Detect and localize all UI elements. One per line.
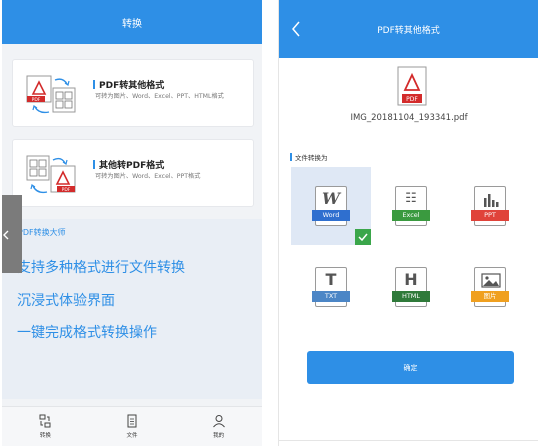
svg-text:PDF: PDF: [32, 97, 41, 103]
screenshot-root: 转换 PDF PDF转其他格式 可转为图片、Word、Excel、PPT、HTM…: [0, 0, 538, 446]
section-label-text: 文件转换为: [295, 154, 328, 162]
convert-topbar: PDF转其他格式: [279, 0, 538, 58]
format-option-excel[interactable]: ☷ Excel: [371, 167, 451, 245]
grid-to-pdf-icon: PDF: [26, 155, 76, 194]
other-to-pdf-subtitle: 可转为图片、Word、Excel、PPT格式: [95, 173, 201, 180]
format-tag: PPT: [471, 210, 509, 221]
nav-item-files[interactable]: 文件: [89, 407, 176, 446]
nav-label-files: 文件: [126, 433, 138, 439]
nav-label-mine: 我的: [213, 433, 225, 439]
svg-text:PDF: PDF: [62, 187, 71, 193]
nav-item-convert[interactable]: 转换: [2, 407, 89, 446]
format-tag: 图片: [471, 291, 509, 302]
image-doc-icon: 图片: [471, 267, 509, 307]
excel-glyph: ☷: [405, 191, 417, 206]
other-to-pdf-card[interactable]: PDF 其他转PDF格式 可转为图片、Word、Excel、PPT格式: [12, 139, 254, 207]
back-button[interactable]: [287, 18, 305, 40]
selected-check: [355, 229, 371, 245]
format-tag: HTML: [392, 291, 430, 302]
other-to-pdf-title: 其他转PDF格式: [93, 158, 164, 171]
user-icon: [212, 415, 225, 428]
section-label: 文件转换为: [290, 152, 328, 162]
promo-line: 一键完成格式转换操作: [17, 325, 157, 341]
html-doc-icon: H HTML: [392, 267, 430, 307]
promo-header-text: PDF转换大师: [18, 228, 66, 237]
format-option-word[interactable]: W Word: [291, 167, 371, 245]
promo-banner: PDF转换大师 支持多种格式进行文件转换 沉浸式体验界面 一键完成格式转换操作: [2, 219, 262, 399]
check-icon: [358, 233, 368, 241]
title-accent-bar: [93, 80, 95, 89]
side-drawer-handle[interactable]: [2, 195, 22, 273]
pdf-to-other-card[interactable]: PDF PDF转其他格式 可转为图片、Word、Excel、PPT、HTML格式: [12, 59, 254, 127]
convert-title: PDF转其他格式: [377, 25, 440, 36]
promo-line: 支持多种格式进行文件转换: [17, 260, 185, 276]
home-screen: 转换 PDF PDF转其他格式 可转为图片、Word、Excel、PPT、HTM…: [2, 0, 262, 446]
title-accent-bar: [93, 160, 95, 169]
file-name: IMG_20181104_193341.pdf: [350, 113, 468, 123]
format-tag: TXT: [312, 291, 350, 302]
html-glyph: H: [404, 270, 418, 289]
pdf-to-other-title: PDF转其他格式: [93, 78, 164, 91]
word-glyph: W: [322, 189, 340, 208]
home-title: 转换: [122, 18, 142, 30]
nav-label-convert: 转换: [39, 433, 51, 439]
excel-doc-icon: ☷ Excel: [392, 186, 430, 226]
bottom-nav: 转换 文件 我的: [2, 406, 262, 446]
file-icon: [127, 414, 137, 428]
txt-doc-icon: T TXT: [312, 267, 350, 307]
format-option-txt[interactable]: T TXT: [291, 248, 371, 326]
section-accent-bar: [290, 153, 292, 161]
format-option-image[interactable]: 图片: [450, 248, 530, 326]
promo-line: 沉浸式体验界面: [17, 293, 115, 309]
chevron-left-icon: [3, 230, 9, 240]
pdf-to-grid-icon: PDF: [26, 75, 76, 114]
confirm-button[interactable]: 确定: [307, 351, 514, 384]
nav-item-mine[interactable]: 我的: [175, 407, 262, 446]
bar-chart-icon: [484, 194, 499, 207]
convert-icon: [39, 414, 51, 428]
convert-screen: PDF转其他格式 PDF IMG_20181104_193341.pdf 文件转…: [278, 0, 538, 446]
pdf-to-other-label: PDF转其他格式: [99, 81, 165, 91]
bottom-divider: [279, 440, 538, 441]
chevron-left-icon: [292, 21, 300, 37]
word-doc-icon: W Word: [312, 186, 350, 226]
format-option-html[interactable]: H HTML: [371, 248, 451, 326]
home-topbar: 转换: [2, 0, 262, 44]
pdf-badge-label: PDF: [406, 96, 418, 103]
format-option-ppt[interactable]: PPT: [450, 167, 530, 245]
picture-icon: [481, 273, 501, 288]
other-to-pdf-label: 其他转PDF格式: [99, 161, 165, 171]
ppt-doc-icon: PPT: [471, 186, 509, 226]
format-tag: Word: [312, 210, 350, 221]
txt-glyph: T: [325, 270, 337, 289]
pdf-to-other-subtitle: 可转为图片、Word、Excel、PPT、HTML格式: [95, 93, 224, 100]
format-tag: Excel: [392, 210, 430, 221]
